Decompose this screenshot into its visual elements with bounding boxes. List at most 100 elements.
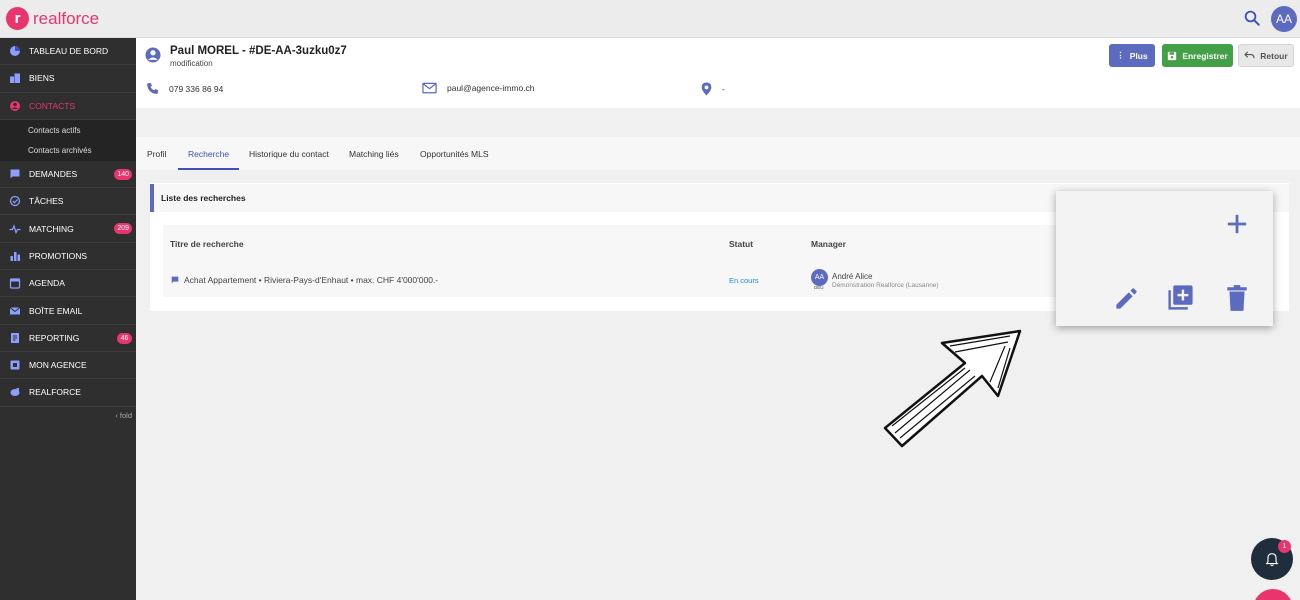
logo-mark: r: [6, 7, 29, 30]
duplicate-icon[interactable]: [1166, 283, 1195, 312]
pie-chart-icon: [10, 46, 20, 57]
sidebar-item-label: DEMANDES: [29, 169, 78, 180]
fold-toggle[interactable]: ‹ fold: [0, 411, 136, 420]
contact-tabs: Profil Recherche Historique du contact M…: [136, 137, 1300, 170]
agency-icon: [10, 360, 20, 370]
sidebar-item-label: TABLEAU DE BORD: [29, 46, 109, 57]
bell-icon: [1265, 552, 1279, 566]
piggy-bank-icon: [10, 388, 20, 397]
sidebar-item-label: MON AGENCE: [29, 360, 87, 371]
sidebar-item-boite-email[interactable]: BOÎTE EMAIL: [0, 297, 136, 325]
sidebar-item-demandes[interactable]: DEMANDES 140: [0, 161, 136, 189]
phone-number[interactable]: 079 336 86 94: [169, 84, 223, 94]
more-vertical-icon: ⋮: [1116, 50, 1125, 60]
mail-icon: [9, 306, 21, 315]
save-button-label: Enregistrer: [1182, 50, 1228, 61]
sidebar-item-reporting[interactable]: REPORTING 46: [0, 325, 136, 352]
sidebar-item-biens[interactable]: BIENS: [0, 65, 136, 93]
page-subtitle: modification: [170, 59, 213, 68]
tab-profil[interactable]: Profil: [147, 137, 166, 170]
card-title: Liste des recherches: [161, 193, 246, 203]
buildings-icon: [10, 73, 20, 84]
sidebar-item-label: CONTACTS: [29, 100, 76, 111]
person-icon: [145, 47, 161, 63]
tab-historique[interactable]: Historique du contact: [249, 137, 329, 170]
comment-icon: [171, 276, 179, 284]
trash-icon[interactable]: [1224, 284, 1250, 312]
notification-count-badge: 1: [1278, 540, 1291, 553]
check-circle-icon: [9, 196, 21, 207]
sidebar-item-matching[interactable]: MATCHING 209: [0, 215, 136, 243]
active-tab-indicator: [178, 168, 239, 170]
sidebar-item-label: REALFORCE: [29, 387, 81, 398]
sidebar: TABLEAU DE BORD BIENS CONTACTS Contacts …: [0, 38, 136, 600]
plus-button[interactable]: ⋮ Plus: [1109, 44, 1155, 67]
manager-tag: DEU: [814, 285, 824, 290]
location-value: -: [722, 84, 725, 94]
user-avatar[interactable]: AA: [1271, 6, 1297, 32]
sidebar-item-mon-agence[interactable]: MON AGENCE: [0, 352, 136, 380]
status-badge: En cours: [729, 276, 759, 285]
sidebar-item-label: BIENS: [29, 73, 55, 84]
realforce-logo[interactable]: r realforce: [6, 7, 99, 30]
sidebar-item-label: PROMOTIONS: [29, 250, 88, 261]
search-table: Titre de recherche Statut Manager Achat …: [163, 225, 1063, 297]
pencil-icon[interactable]: [1113, 285, 1140, 312]
fold-label: fold: [119, 410, 132, 420]
logo-text: realforce: [33, 8, 100, 28]
account-circle-icon: [10, 100, 20, 111]
sidebar-item-label: REPORTING: [29, 332, 80, 343]
demandes-badge: 140: [114, 168, 132, 180]
annotation-arrow: [883, 329, 1022, 448]
manager-organization: Démonstration Realforce (Lausanne): [832, 282, 939, 289]
sidebar-item-label: BOÎTE EMAIL: [29, 305, 83, 316]
save-button[interactable]: Enregistrer: [1162, 44, 1233, 67]
manager-name: André Alice: [832, 272, 873, 281]
sidebar-item-realforce[interactable]: REALFORCE: [0, 379, 136, 407]
search-icon[interactable]: [1243, 9, 1261, 27]
top-bar: r realforce AA: [0, 0, 1300, 38]
floppy-disk-icon: [1168, 51, 1177, 60]
sidebar-item-promotions[interactable]: PROMOTIONS: [0, 243, 136, 271]
sidebar-item-label: TÂCHES: [29, 196, 64, 207]
plus-icon[interactable]: [1226, 213, 1248, 235]
back-button-label: Retour: [1260, 50, 1288, 61]
back-button[interactable]: Retour: [1238, 44, 1294, 67]
sidebar-item-label: MATCHING: [29, 223, 74, 234]
reporting-badge: 46: [117, 332, 132, 344]
message-icon: [10, 169, 20, 179]
tab-recherche[interactable]: Recherche: [188, 137, 229, 170]
sidebar-item-contacts[interactable]: CONTACTS: [0, 93, 136, 120]
location-pin-icon: [701, 82, 712, 96]
calendar-icon: [9, 278, 21, 289]
sidebar-item-taches[interactable]: TÂCHES: [0, 188, 136, 216]
phone-info: 079 336 86 94: [146, 82, 223, 95]
tab-opportunites-mls[interactable]: Opportunités MLS: [420, 137, 489, 170]
row-search-title[interactable]: Achat Appartement • Riviera-Pays-d'Enhau…: [184, 275, 438, 285]
column-title: Titre de recherche: [170, 239, 244, 249]
phone-icon: [147, 83, 158, 94]
sidebar-subitem-contacts-archives[interactable]: Contacts archivés: [0, 140, 136, 161]
email-info: paul@agence-immo.ch: [422, 82, 535, 94]
mail-outline-icon: [422, 82, 437, 94]
sidebar-item-tableau-de-bord[interactable]: TABLEAU DE BORD: [0, 38, 136, 66]
manager-avatar: AA: [811, 269, 828, 286]
email-address[interactable]: paul@agence-immo.ch: [447, 83, 535, 93]
floating-action-button[interactable]: [1253, 589, 1293, 600]
sidebar-item-label: AGENDA: [29, 278, 65, 289]
plus-button-label: Plus: [1129, 50, 1148, 61]
matching-badge: 209: [114, 223, 132, 235]
document-icon: [11, 332, 19, 343]
notifications-button[interactable]: 1: [1251, 538, 1293, 580]
pulse-icon: [9, 223, 21, 234]
location-info: -: [701, 82, 725, 96]
contact-header: Paul MOREL - #DE-AA-3uzku0z7 modificatio…: [136, 38, 1300, 108]
tab-matching-lies[interactable]: Matching liés: [349, 137, 399, 170]
column-manager: Manager: [811, 239, 846, 249]
page-title: Paul MOREL - #DE-AA-3uzku0z7: [170, 45, 347, 57]
undo-icon: [1244, 51, 1255, 59]
sidebar-item-agenda[interactable]: AGENDA: [0, 270, 136, 298]
sidebar-subitem-contacts-actifs[interactable]: Contacts actifs: [0, 119, 136, 141]
actions-zoom-popup: [1056, 191, 1273, 326]
column-status: Statut: [729, 239, 754, 249]
